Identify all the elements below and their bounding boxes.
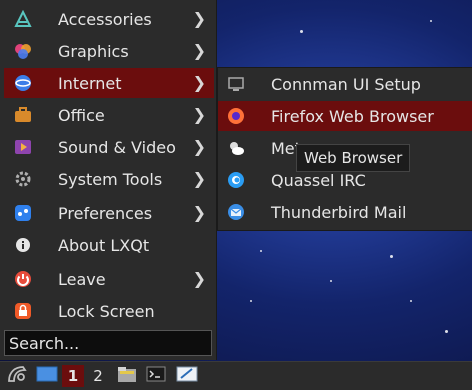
accessories-icon bbox=[14, 10, 32, 28]
menu-item-leave[interactable]: Leave ❯ bbox=[4, 264, 214, 294]
menu-item-lock-screen[interactable]: Lock Screen bbox=[4, 296, 214, 326]
menu-item-label: Graphics bbox=[58, 41, 129, 61]
tooltip: Web Browser bbox=[296, 144, 411, 172]
lock-icon bbox=[14, 302, 32, 320]
chevron-right-icon: ❯ bbox=[192, 137, 206, 156]
chevron-right-icon: ❯ bbox=[192, 203, 206, 222]
menu-item-about[interactable]: About LXQt bbox=[4, 230, 214, 260]
menu-item-label: Office bbox=[58, 105, 105, 125]
submenu-item-connman[interactable]: Connman UI Setup bbox=[218, 69, 472, 99]
chevron-right-icon: ❯ bbox=[192, 169, 206, 188]
menu-item-label: Internet bbox=[58, 73, 122, 93]
graphics-icon bbox=[14, 42, 32, 60]
submenu-item-firefox[interactable]: Firefox Web Browser bbox=[218, 101, 472, 131]
chevron-right-icon: ❯ bbox=[192, 41, 206, 60]
chevron-right-icon: ❯ bbox=[192, 73, 206, 92]
menu-item-label: Leave bbox=[58, 269, 106, 289]
connman-icon bbox=[227, 75, 245, 93]
search-input[interactable]: Search... bbox=[4, 330, 212, 356]
desktop-switch-1[interactable]: 1 bbox=[62, 365, 84, 387]
submenu-item-label: Firefox Web Browser bbox=[271, 106, 434, 126]
menu-item-label: Sound & Video bbox=[58, 137, 176, 157]
menu-item-label: Preferences bbox=[58, 203, 153, 223]
terminal-icon bbox=[146, 365, 166, 387]
menu-item-graphics[interactable]: Graphics ❯ bbox=[4, 36, 214, 66]
quassel-icon bbox=[227, 171, 245, 189]
text-editor-button[interactable] bbox=[174, 365, 200, 387]
menu-item-label: About LXQt bbox=[58, 235, 150, 255]
file-manager-icon bbox=[117, 365, 137, 387]
start-menu-button[interactable] bbox=[4, 365, 30, 387]
submenu-item-thunderbird[interactable]: Thunderbird Mail bbox=[218, 197, 472, 227]
text-editor-icon bbox=[176, 365, 198, 387]
sound-video-icon bbox=[14, 138, 32, 156]
menu-item-system-tools[interactable]: System Tools ❯ bbox=[4, 164, 214, 194]
chevron-right-icon: ❯ bbox=[192, 9, 206, 28]
terminal-button[interactable] bbox=[144, 365, 168, 387]
menu-item-preferences[interactable]: Preferences ❯ bbox=[4, 198, 214, 228]
desktop-icon bbox=[36, 365, 58, 387]
menu-item-label: Accessories bbox=[58, 9, 152, 29]
chevron-right-icon: ❯ bbox=[192, 105, 206, 124]
file-manager-button[interactable] bbox=[115, 365, 139, 387]
weather-icon bbox=[227, 139, 245, 157]
thunderbird-icon bbox=[227, 203, 245, 221]
application-menu: Accessories ❯ Graphics ❯ Internet ❯ Offi… bbox=[0, 0, 217, 360]
show-desktop-button[interactable] bbox=[35, 365, 59, 387]
menu-item-accessories[interactable]: Accessories ❯ bbox=[4, 4, 214, 34]
lxqt-logo-icon bbox=[6, 364, 28, 388]
submenu-item-label: Thunderbird Mail bbox=[271, 202, 407, 222]
menu-item-label: System Tools bbox=[58, 169, 163, 189]
menu-item-internet[interactable]: Internet ❯ bbox=[4, 68, 214, 98]
menu-item-sound-video[interactable]: Sound & Video ❯ bbox=[4, 132, 214, 162]
system-tools-icon bbox=[14, 170, 32, 188]
preferences-icon bbox=[14, 204, 32, 222]
office-icon bbox=[14, 106, 32, 124]
taskbar: 1 2 bbox=[0, 361, 472, 390]
submenu-item-label: Connman UI Setup bbox=[271, 74, 421, 94]
internet-icon bbox=[14, 74, 32, 92]
desktop-switch-2[interactable]: 2 bbox=[87, 365, 109, 387]
about-icon bbox=[14, 236, 32, 254]
firefox-icon bbox=[227, 107, 245, 125]
leave-icon bbox=[14, 270, 32, 288]
chevron-right-icon: ❯ bbox=[192, 269, 206, 288]
menu-item-label: Lock Screen bbox=[58, 301, 155, 321]
submenu-item-label: Quassel IRC bbox=[271, 170, 366, 190]
menu-item-office[interactable]: Office ❯ bbox=[4, 100, 214, 130]
